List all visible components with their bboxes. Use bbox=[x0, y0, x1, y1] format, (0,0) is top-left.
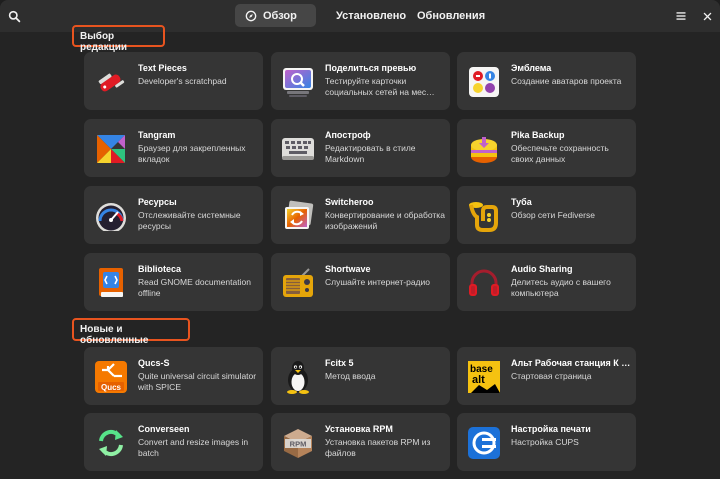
app-description: Создание аватаров проекта bbox=[511, 76, 622, 86]
emblem-icon bbox=[467, 65, 501, 99]
app-card-biblioteca[interactable]: Biblioteca Read GNOME documentation offl… bbox=[84, 253, 263, 311]
radio-icon bbox=[281, 266, 315, 300]
app-name: Biblioteca bbox=[138, 264, 182, 274]
app-description: Отслеживайте системные ресурсы bbox=[138, 210, 241, 231]
app-name: Qucs-S bbox=[138, 358, 170, 368]
app-description: Настройка CUPS bbox=[511, 437, 579, 447]
app-name: Апостроф bbox=[325, 130, 371, 140]
app-name: Text Pieces bbox=[138, 63, 187, 73]
app-card-fcitx5[interactable]: Fcitx 5 Метод ввода bbox=[271, 347, 450, 405]
printer-settings-icon bbox=[467, 426, 501, 460]
app-card-print-settings[interactable]: Настройка печати Настройка CUPS bbox=[457, 413, 636, 471]
app-card-text-pieces[interactable]: Text Pieces Developer's scratchpad bbox=[84, 52, 263, 110]
tab-installed[interactable]: Установлено bbox=[320, 4, 406, 27]
keyboard-icon bbox=[281, 132, 315, 166]
app-name: Установка RPM bbox=[325, 424, 393, 434]
app-description: Read GNOME documentation offline bbox=[138, 277, 251, 298]
main-menu-button[interactable] bbox=[671, 4, 691, 28]
tab-overview[interactable]: Обзор bbox=[235, 4, 316, 27]
app-description: Слушайте интернет-радио bbox=[325, 277, 430, 287]
basealt-alt-text: alt bbox=[472, 374, 485, 386]
app-description: Делитесь аудио с вашего компьютера bbox=[511, 277, 611, 298]
qucs-icon: Qucs bbox=[94, 360, 128, 394]
app-card-qucs-s[interactable]: Qucs Qucs-S Quite universal circuit simu… bbox=[84, 347, 263, 405]
app-description: Тестируйте карточки социальных сетей на … bbox=[325, 76, 435, 97]
app-name: Настройка печати bbox=[511, 424, 591, 434]
app-description: Developer's scratchpad bbox=[138, 76, 227, 86]
compass-icon bbox=[245, 10, 257, 21]
app-card-alt-workstation[interactable]: base alt Альт Рабочая станция К … Стартов… bbox=[457, 347, 636, 405]
app-card-share-preview[interactable]: Поделиться превью Тестируйте карточки со… bbox=[271, 52, 450, 110]
app-description: Браузер для закрепленных вкладок bbox=[138, 143, 246, 164]
app-card-rpm-installer[interactable]: RPM Установка RPM Установка пакетов RPM … bbox=[271, 413, 450, 471]
app-description: Convert and resize images in batch bbox=[138, 437, 249, 458]
converseen-icon bbox=[94, 426, 128, 460]
app-card-tangram[interactable]: Tangram Браузер для закрепленных вкладок bbox=[84, 119, 263, 177]
app-name: Tangram bbox=[138, 130, 176, 140]
share-preview-icon bbox=[281, 65, 315, 99]
app-card-shortwave[interactable]: Shortwave Слушайте интернет-радио bbox=[271, 253, 450, 311]
tangram-icon bbox=[94, 132, 128, 166]
app-card-apostrophe[interactable]: Апостроф Редактировать в стиле Markdown bbox=[271, 119, 450, 177]
close-button[interactable] bbox=[697, 4, 717, 28]
tab-updates[interactable]: Обновления bbox=[401, 4, 487, 27]
rpm-box-icon: RPM bbox=[281, 426, 315, 460]
overview-content: Выбор редакции Text Pieces Developer's s… bbox=[0, 25, 720, 479]
app-description: Редактировать в стиле Markdown bbox=[325, 143, 416, 164]
app-card-pika-backup[interactable]: Pika Backup Обеспечьте сохранность своих… bbox=[457, 119, 636, 177]
app-description: Установка пакетов RPM из файлов bbox=[325, 437, 431, 458]
basealt-icon: base alt bbox=[467, 360, 501, 394]
app-name: Switcheroo bbox=[325, 197, 374, 207]
app-card-audio-sharing[interactable]: Audio Sharing Делитесь аудио с вашего ко… bbox=[457, 253, 636, 311]
app-name: Pika Backup bbox=[511, 130, 565, 140]
app-name: Converseen bbox=[138, 424, 190, 434]
search-button[interactable] bbox=[4, 4, 24, 28]
app-card-switcheroo[interactable]: Switcheroo Конвертирование и обработка и… bbox=[271, 186, 450, 244]
app-name: Альт Рабочая станция К … bbox=[511, 358, 631, 368]
app-name: Audio Sharing bbox=[511, 264, 573, 274]
app-description: Метод ввода bbox=[325, 371, 376, 381]
app-window: Обзор Установлено Обновления Выбор редак… bbox=[0, 0, 720, 479]
app-description: Обеспечьте сохранность своих данных bbox=[511, 143, 609, 164]
pika-backup-icon bbox=[467, 132, 501, 166]
rpm-label-text: RPM bbox=[290, 440, 307, 449]
app-card-emblem[interactable]: Эмблема Создание аватаров проекта bbox=[457, 52, 636, 110]
app-card-converseen[interactable]: Converseen Convert and resize images in … bbox=[84, 413, 263, 471]
tux-icon bbox=[281, 360, 315, 394]
search-icon bbox=[8, 10, 20, 22]
gauge-icon bbox=[94, 199, 128, 233]
tab-overview-label: Обзор bbox=[263, 9, 297, 22]
app-name: Shortwave bbox=[325, 264, 371, 274]
app-description: Quite universal circuit simulator with S… bbox=[138, 371, 257, 392]
section-editors-choice: Выбор редакции bbox=[72, 25, 165, 53]
app-card-resources[interactable]: Ресурсы Отслеживайте системные ресурсы bbox=[84, 186, 263, 244]
section-new-updated: Новые и обновленные bbox=[72, 318, 190, 346]
switcheroo-icon bbox=[281, 199, 315, 233]
app-name: Эмблема bbox=[511, 63, 552, 73]
tab-updates-label: Обновления bbox=[417, 9, 486, 22]
app-name: Ресурсы bbox=[138, 197, 177, 207]
app-card-tuba[interactable]: Туба Обзор сети Fediverse bbox=[457, 186, 636, 244]
app-description: Обзор сети Fediverse bbox=[511, 210, 595, 220]
swiss-knife-icon bbox=[94, 65, 128, 99]
app-name: Поделиться превью bbox=[325, 63, 417, 73]
app-description: Стартовая страница bbox=[511, 371, 592, 381]
headphones-icon bbox=[467, 266, 501, 300]
app-description: Конвертирование и обработка изображений bbox=[325, 210, 445, 231]
close-icon bbox=[703, 12, 711, 20]
book-icon bbox=[94, 266, 128, 300]
app-name: Fcitx 5 bbox=[325, 358, 354, 368]
tab-installed-label: Установлено bbox=[336, 9, 407, 22]
tuba-icon bbox=[467, 199, 501, 233]
hamburger-icon bbox=[676, 12, 686, 20]
qucs-logo-text: Qucs bbox=[101, 383, 122, 392]
app-name: Туба bbox=[511, 197, 532, 207]
